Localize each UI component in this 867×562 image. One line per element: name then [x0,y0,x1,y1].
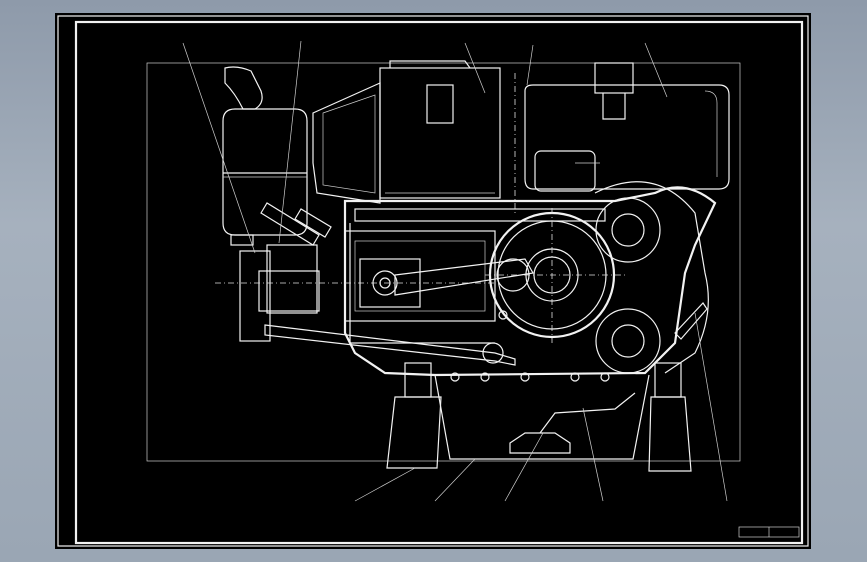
air-filter [222,66,308,236]
cad-viewport[interactable] [55,13,811,549]
engine-section-drawing [57,15,809,547]
connecting-rod [394,258,534,296]
gear-lower [595,308,661,374]
fuel-tank [312,60,501,204]
oil-line [264,310,516,366]
title-block [738,526,800,538]
left-foot [386,362,442,469]
inner-frame [74,20,804,545]
outer-frame [57,15,809,547]
right-foot [648,362,692,472]
gear-upper [595,197,661,263]
flywheel [485,208,625,343]
oil-pan [434,374,650,460]
